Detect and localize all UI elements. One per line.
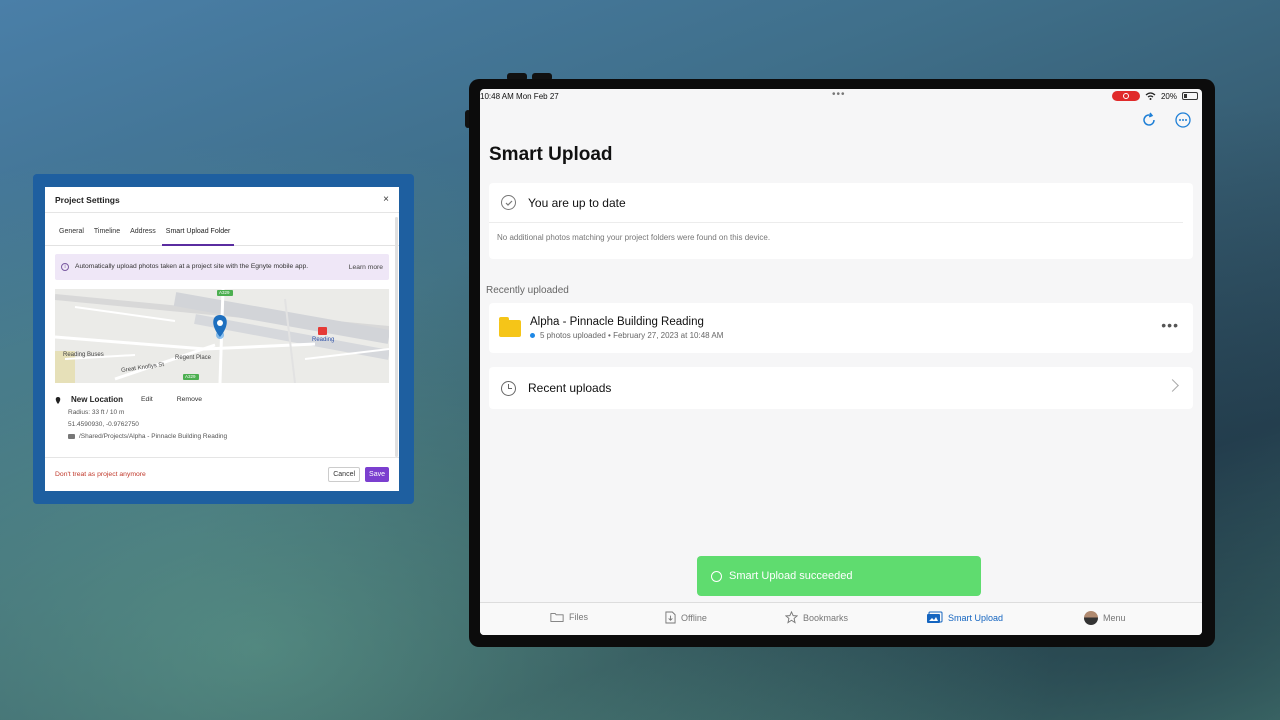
tab-general[interactable]: General	[55, 227, 88, 246]
tab-menu[interactable]: Menu	[1084, 611, 1126, 625]
location-path-row: /Shared/Projects/Alpha - Pinnacle Buildi…	[68, 433, 399, 440]
more-options-icon[interactable]	[1174, 111, 1192, 129]
project-settings-dialog: Project Settings × General Timeline Addr…	[45, 187, 399, 491]
tablet-device: 10:48 AM Mon Feb 27 ••• 20% Smart Upload…	[469, 79, 1215, 647]
dialog-footer: Don't treat as project anymore Cancel Sa…	[45, 457, 399, 491]
map-label-reading: Reading	[312, 337, 335, 343]
tab-smart-upload[interactable]: Smart Upload	[926, 611, 1003, 624]
location-radius: Radius: 33 ft / 10 m	[68, 409, 125, 416]
up-to-date-text: You are up to date	[528, 195, 626, 210]
cancel-button[interactable]: Cancel	[328, 467, 361, 482]
tab-smart-upload-folder[interactable]: Smart Upload Folder	[161, 227, 235, 246]
status-indicators: 20%	[1111, 91, 1198, 101]
up-to-date-subtext: No additional photos matching your proje…	[497, 233, 771, 242]
status-time: 10:48 AM Mon Feb 27	[480, 92, 559, 101]
dialog-title: Project Settings	[55, 194, 120, 205]
tab-smart-upload-label: Smart Upload	[948, 612, 1004, 623]
wifi-icon	[1145, 92, 1156, 100]
smart-upload-icon	[927, 611, 943, 623]
dont-treat-as-project-link[interactable]: Don't treat as project anymore	[55, 471, 328, 478]
refresh-icon[interactable]	[1140, 111, 1158, 129]
save-button[interactable]: Save	[365, 467, 389, 482]
folder-icon	[499, 316, 521, 337]
dialog-header: Project Settings ×	[45, 187, 399, 213]
location-coords: 51.4590930, -0.9762750	[68, 421, 139, 428]
tablet-screen: 10:48 AM Mon Feb 27 ••• 20% Smart Upload…	[480, 89, 1202, 635]
multitask-dots[interactable]: •••	[832, 89, 846, 100]
recent-uploads-row[interactable]: Recent uploads	[489, 367, 1193, 409]
check-icon	[501, 195, 516, 210]
close-icon[interactable]: ×	[383, 194, 389, 205]
page-title: Smart Upload	[489, 144, 613, 165]
location-map[interactable]: Reading Buses Regent Place Great Knollys…	[55, 289, 389, 383]
tab-bookmarks-label: Bookmarks	[803, 612, 849, 623]
map-label-regent-place: Regent Place	[175, 355, 212, 361]
tab-offline-label: Offline	[681, 612, 707, 623]
recent-item-subtitle: 5 photos uploaded • February 27, 2023 at…	[540, 331, 724, 340]
location-details: New Location Edit Remove Radius: 33 ft /…	[55, 395, 399, 440]
map-label-reading-buses: Reading Buses	[63, 352, 104, 358]
info-banner: i Automatically upload photos taken at a…	[55, 254, 389, 280]
recent-upload-item[interactable]: Alpha - Pinnacle Building Reading 5 phot…	[489, 303, 1193, 353]
tab-bookmarks[interactable]: Bookmarks	[785, 611, 848, 624]
folder-outline-icon	[550, 613, 564, 622]
location-name: New Location	[71, 395, 124, 404]
tab-files[interactable]: Files	[550, 611, 588, 623]
tab-files-label: Files	[569, 612, 589, 622]
tab-address[interactable]: Address	[126, 227, 160, 246]
recent-item-title: Alpha - Pinnacle Building Reading	[530, 316, 704, 328]
check-circle-icon	[711, 570, 722, 582]
tab-timeline[interactable]: Timeline	[90, 227, 124, 246]
offline-file-icon	[665, 611, 676, 624]
road-badge-top: A329	[219, 290, 230, 295]
info-text: Automatically upload photos taken at a p…	[75, 263, 309, 270]
status-bar: 10:48 AM Mon Feb 27 ••• 20%	[480, 89, 1202, 105]
top-actions	[1140, 111, 1192, 129]
tab-menu-label: Menu	[1103, 613, 1126, 623]
screen-record-icon	[1111, 91, 1140, 101]
recent-uploads-label: Recent uploads	[528, 381, 612, 395]
up-to-date-card: You are up to date No additional photos …	[489, 183, 1193, 259]
folder-icon	[68, 434, 75, 439]
clock-icon	[501, 380, 516, 396]
dialog-frame: Project Settings × General Timeline Addr…	[33, 174, 414, 504]
learn-more-link[interactable]: Learn more	[349, 264, 383, 271]
status-dot	[530, 333, 535, 338]
battery-percent: 20%	[1160, 91, 1177, 101]
location-path: /Shared/Projects/Alpha - Pinnacle Buildi…	[79, 433, 228, 440]
road-badge-bottom: A329	[185, 374, 196, 379]
battery-icon	[1182, 92, 1198, 100]
bottom-tab-bar: Files Offline Bookmarks Smart Upload Men…	[480, 602, 1202, 635]
location-pin-icon	[55, 396, 61, 404]
success-toast: Smart Upload succeeded	[697, 556, 981, 596]
toast-text: Smart Upload succeeded	[729, 570, 853, 582]
avatar	[1084, 611, 1098, 625]
recently-uploaded-label: Recently uploaded	[486, 285, 569, 296]
star-icon	[785, 611, 798, 624]
info-icon: i	[61, 263, 69, 271]
dialog-tabs: General Timeline Address Smart Upload Fo…	[45, 227, 399, 246]
item-more-icon[interactable]: •••	[1161, 317, 1179, 333]
remove-location-button[interactable]: Remove	[177, 396, 202, 403]
tab-offline[interactable]: Offline	[665, 611, 707, 624]
edit-location-button[interactable]: Edit	[141, 396, 153, 403]
dialog-scrollbar[interactable]	[395, 217, 398, 457]
map-graphic	[55, 289, 389, 383]
